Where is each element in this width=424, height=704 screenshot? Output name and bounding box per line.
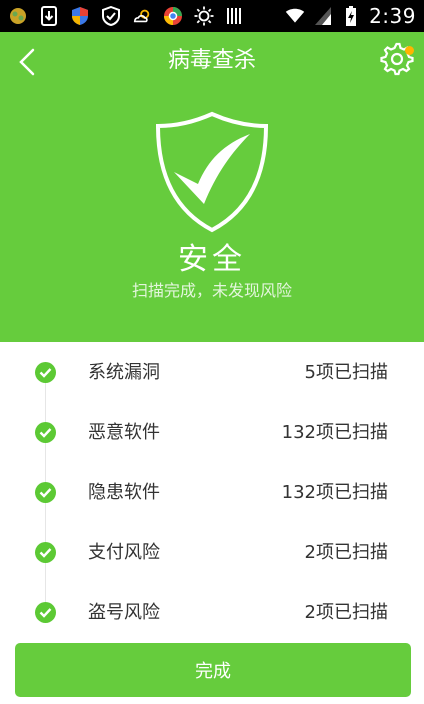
browser-icon: [163, 6, 183, 26]
signal-icon: [313, 6, 333, 26]
scan-item-status: 5项已扫描: [304, 362, 388, 383]
wifi-icon: [285, 6, 305, 26]
check-icon: [35, 602, 56, 623]
scan-status: 安全: [178, 242, 246, 277]
scan-message: 扫描完成，未发现风险: [131, 281, 292, 300]
scan-item-status: 132项已扫描: [281, 422, 388, 443]
battery-icon: [341, 6, 361, 26]
shield-check-icon: [154, 110, 270, 234]
sun-icon: [194, 6, 214, 26]
list-item: 系统漏洞 5项已扫描: [0, 342, 424, 402]
page-title: 病毒查杀: [167, 48, 256, 73]
download-icon: [39, 6, 59, 26]
app-icon: [8, 6, 28, 26]
list-item: 恶意软件 132项已扫描: [0, 402, 424, 462]
check-icon: [35, 422, 56, 443]
scan-item-label: 恶意软件: [88, 422, 160, 443]
barcode-icon: [225, 6, 245, 26]
scan-item-label: 系统漏洞: [88, 362, 160, 383]
list-item: 隐患软件 132项已扫描: [0, 462, 424, 522]
scan-item-label: 盗号风险: [88, 602, 160, 623]
check-icon: [35, 362, 56, 383]
clock: 2:39: [369, 4, 416, 28]
scan-item-label: 支付风险: [88, 542, 160, 563]
shield-color-icon: [70, 6, 90, 26]
notification-dot: [405, 46, 414, 55]
weather-icon: [132, 6, 152, 26]
done-button[interactable]: 完成: [15, 643, 411, 697]
scan-item-label: 隐患软件: [88, 482, 160, 503]
list-item: 盗号风险 2项已扫描: [0, 582, 424, 642]
status-bar: 2:39: [0, 0, 424, 32]
scan-item-list: 系统漏洞 5项已扫描 恶意软件 132项已扫描 隐患软件 132项已扫描 支付风…: [0, 342, 424, 642]
check-icon: [35, 542, 56, 563]
list-item: 支付风险 2项已扫描: [0, 522, 424, 582]
scan-result-header: 病毒查杀 安全 扫描完成，未发现风险: [0, 32, 424, 342]
check-icon: [35, 482, 56, 503]
scan-item-status: 2项已扫描: [304, 542, 388, 563]
shield-outline-icon: [101, 6, 121, 26]
scan-item-status: 132项已扫描: [281, 482, 388, 503]
scan-item-status: 2项已扫描: [304, 602, 388, 623]
